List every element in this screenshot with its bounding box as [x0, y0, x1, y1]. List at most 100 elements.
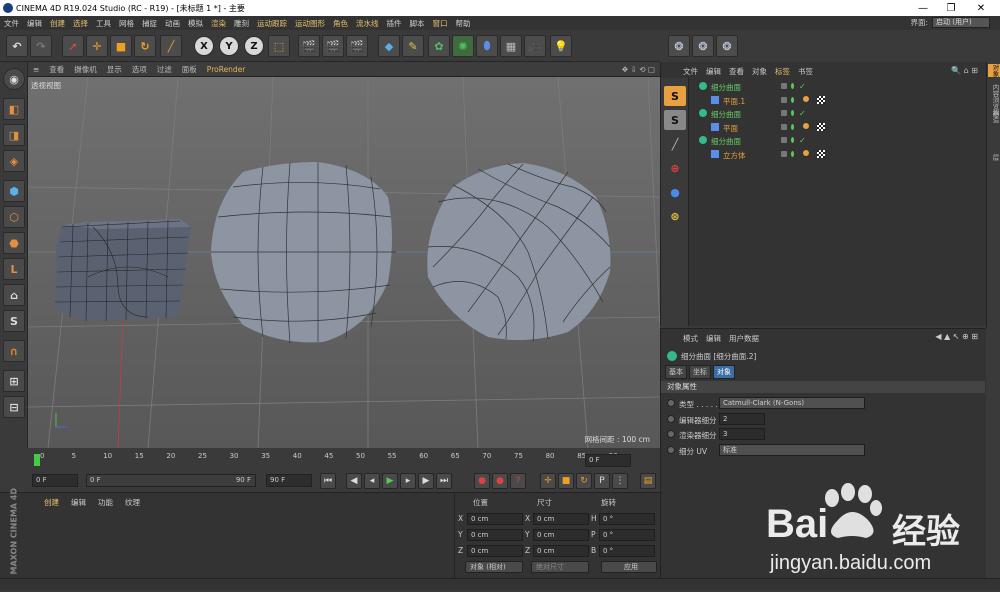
preview-range-slider[interactable]: 0 F 90 F — [86, 474, 256, 487]
next-key-icon[interactable]: ▶ — [418, 473, 434, 489]
object-row[interactable]: 平面 — [691, 121, 985, 134]
visibility-dots-icon[interactable] — [791, 137, 794, 144]
visibility-dots-icon[interactable] — [791, 110, 794, 117]
object-menu-item[interactable]: 对象 — [748, 66, 771, 77]
material-tag-icon[interactable] — [817, 150, 825, 158]
menu-item[interactable]: 帮助 — [452, 18, 475, 29]
object-menu-item[interactable]: 书签 — [794, 66, 817, 77]
previous-key-icon[interactable]: ◀ — [346, 473, 362, 489]
axis-z-button[interactable]: Z — [244, 36, 264, 56]
visibility-dots-icon[interactable] — [791, 151, 794, 157]
object-name[interactable]: 平面 — [723, 123, 738, 134]
undo-icon[interactable]: ↶ — [6, 35, 28, 57]
object-menu-item[interactable]: 编辑 — [702, 66, 725, 77]
cube-icon[interactable]: ◆ — [378, 35, 400, 57]
layer-icon[interactable] — [781, 96, 787, 103]
enabled-check-icon[interactable]: ✓ — [799, 82, 807, 91]
key-parameter-icon[interactable]: P — [594, 473, 610, 489]
cube-object[interactable] — [54, 219, 191, 322]
size-mode-select[interactable]: 绝对尺寸 — [531, 561, 589, 573]
material-tag-icon[interactable] — [817, 122, 825, 131]
attribute-menu-item[interactable]: 模式 — [679, 333, 702, 344]
menu-item[interactable]: 工具 — [92, 18, 115, 29]
menu-item[interactable]: 选择 — [69, 18, 92, 29]
snap-s2-icon[interactable]: S — [664, 110, 686, 130]
menu-item[interactable]: 渲染 — [207, 18, 230, 29]
go-to-end-icon[interactable]: ⏭ — [436, 473, 452, 489]
key-pla-icon[interactable]: ⋮ — [612, 473, 628, 489]
menu-item[interactable]: 网格 — [115, 18, 138, 29]
coord-size-field[interactable]: 0 cm — [533, 529, 589, 541]
material-menu-item[interactable]: 创建 — [38, 497, 65, 508]
maximize-button[interactable]: ❐ — [936, 0, 966, 16]
menu-item[interactable]: 模拟 — [184, 18, 207, 29]
coordinate-mode-select[interactable]: 对象 (相对) — [465, 561, 523, 573]
coord-rot-field[interactable]: 0 ° — [599, 513, 655, 525]
object-menu-item[interactable]: 查看 — [725, 66, 748, 77]
viewport-menu-item[interactable]: 摄像机 — [69, 64, 102, 75]
phong-tag-icon[interactable] — [803, 122, 809, 129]
layer-icon[interactable] — [781, 83, 787, 89]
right-tab[interactable]: 构造 — [988, 110, 1000, 123]
attribute-value[interactable]: Catmull-Clark (N-Gons) — [719, 397, 865, 409]
attribute-value[interactable]: 3 — [719, 428, 765, 440]
render-settings-icon[interactable]: 🎬 — [346, 35, 368, 57]
viewport-menu-icon[interactable]: ≡ — [28, 65, 44, 74]
object-menu-item[interactable]: 文件 — [679, 66, 702, 77]
workplane-mode-icon[interactable]: ◈ — [3, 150, 25, 172]
layout-icon-3[interactable]: ❂ — [716, 35, 738, 57]
start-frame-field[interactable]: 0 F — [32, 474, 78, 487]
coord-pos-field[interactable]: 0 cm — [467, 513, 523, 525]
keyframe-radio[interactable] — [667, 399, 675, 407]
coord-rot-field[interactable]: 0 ° — [599, 545, 655, 557]
move-icon[interactable]: ✛ — [86, 35, 108, 57]
uv-mode-icon[interactable]: L — [3, 258, 25, 280]
visibility-dots-icon[interactable] — [791, 96, 794, 103]
auto-key-icon[interactable]: ● — [492, 473, 508, 489]
menu-item[interactable]: 流水线 — [352, 18, 383, 29]
viewport[interactable]: 透视视图 网格间距 : 100 cm — [28, 77, 660, 448]
field-icon[interactable]: ⬮ — [476, 35, 498, 57]
axis-x-button[interactable]: X — [194, 36, 214, 56]
rotate-icon[interactable]: ↻ — [134, 35, 156, 57]
visibility-dots-icon[interactable] — [791, 83, 794, 89]
right-tab[interactable]: 对象 — [988, 64, 1000, 77]
play-icon[interactable]: ▶ — [382, 473, 398, 489]
coord-pos-field[interactable]: 0 cm — [467, 529, 523, 541]
viewport-nav-icons[interactable]: ✥ ⇩ ⟲ ▢ — [617, 65, 660, 74]
subdivision-surface-icon[interactable]: ✿ — [428, 35, 450, 57]
axis-mode-icon[interactable]: ⌂ — [3, 284, 25, 306]
attribute-value[interactable]: 标准 — [719, 443, 865, 456]
keyframe-radio[interactable] — [667, 430, 675, 438]
light-icon[interactable]: 💡 — [550, 35, 572, 57]
menu-item[interactable]: 运动图形 — [291, 18, 329, 29]
key-position-icon[interactable]: ✛ — [540, 473, 556, 489]
render-view-icon[interactable]: 🎬 — [298, 35, 320, 57]
menu-item[interactable]: 创建 — [46, 18, 69, 29]
model-mode-icon[interactable]: ◧ — [3, 98, 25, 120]
menu-item[interactable]: 窗口 — [429, 18, 452, 29]
record-keyframe-icon[interactable]: ● — [474, 473, 490, 489]
object-name[interactable]: 细分曲面 — [711, 82, 741, 93]
key-rotation-icon[interactable]: ↻ — [576, 473, 592, 489]
planar-workplane-icon[interactable]: ⊟ — [3, 396, 25, 418]
object-row[interactable]: 细分曲面 ✓ — [691, 80, 985, 93]
menu-item[interactable]: 捕捉 — [138, 18, 161, 29]
viewport-menu-item[interactable]: ProRender — [202, 65, 251, 74]
timeline-window-icon[interactable]: ▤ — [640, 473, 656, 489]
floor-icon[interactable]: ▦ — [500, 35, 522, 57]
viewport-menu-item[interactable]: 查看 — [44, 64, 69, 75]
key-scale-icon[interactable]: ■ — [558, 473, 574, 489]
camera-icon[interactable]: 🎥 — [524, 35, 546, 57]
timeline-ruler[interactable]: 051015202530354045505560657075808590 — [28, 450, 660, 470]
make-editable-icon[interactable]: ◉ — [3, 68, 25, 90]
om-search-icon[interactable]: 🔍 ⌂ ⊞ — [951, 66, 978, 75]
layer-icon[interactable] — [781, 123, 787, 130]
xyz-icon[interactable]: ⊛ — [664, 206, 686, 226]
object-row[interactable]: 平面.1 — [691, 94, 985, 107]
object-row[interactable]: 细分曲面 ✓ — [691, 107, 985, 120]
redo-icon[interactable]: ↷ — [30, 35, 52, 57]
viewport-menu-item[interactable]: 选项 — [127, 64, 152, 75]
coord-size-field[interactable]: 0 cm — [533, 513, 589, 525]
viewport-menu-item[interactable]: 显示 — [102, 64, 127, 75]
